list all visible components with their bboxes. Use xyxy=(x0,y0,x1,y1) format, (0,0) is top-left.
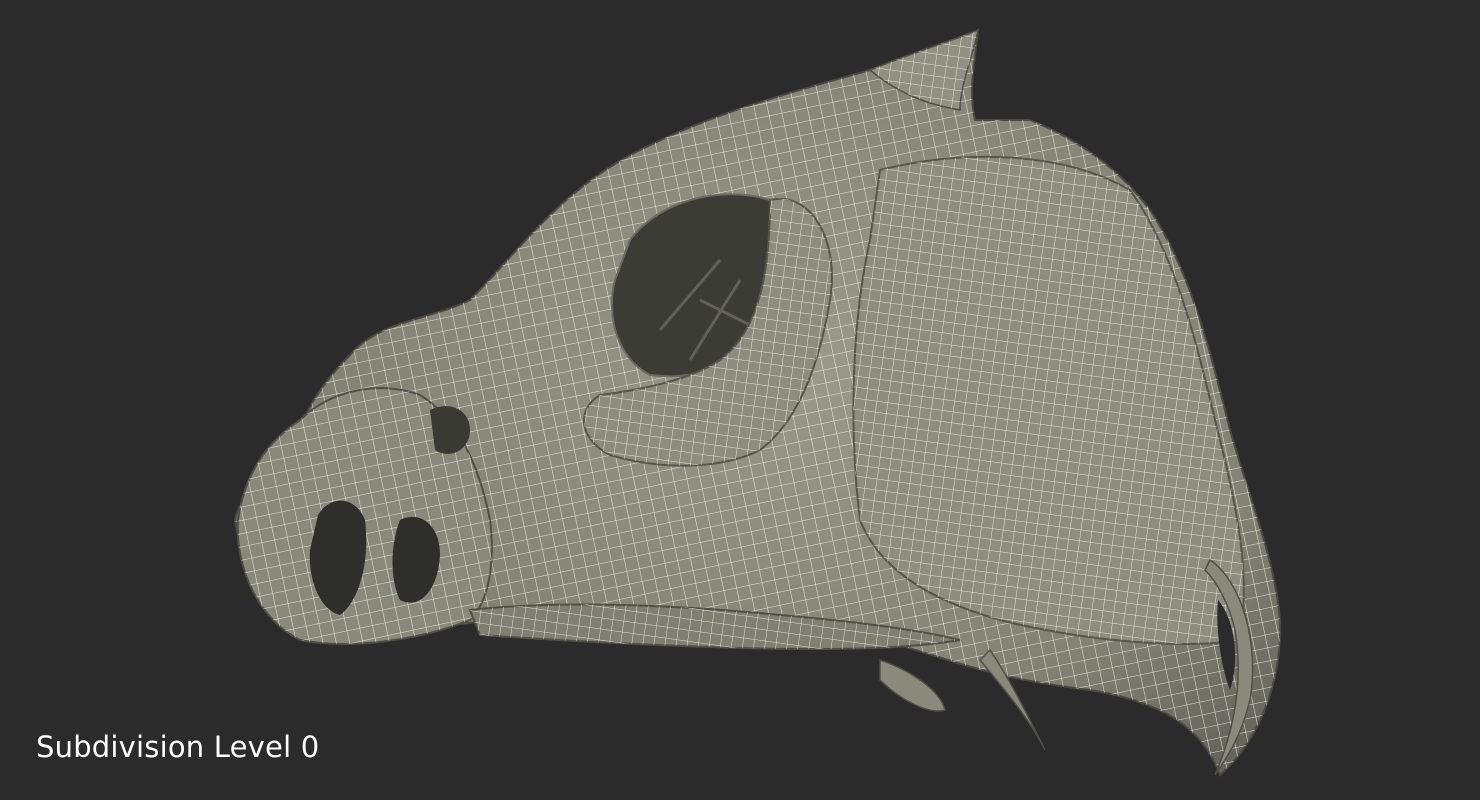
subdivision-level-caption: Subdivision Level 0 xyxy=(36,730,320,764)
operculum-plate xyxy=(852,155,1245,645)
skull-wireframe-render xyxy=(233,28,1282,777)
snout-frame xyxy=(236,387,493,645)
render-viewport: Subdivision Level 0 xyxy=(0,0,1480,800)
